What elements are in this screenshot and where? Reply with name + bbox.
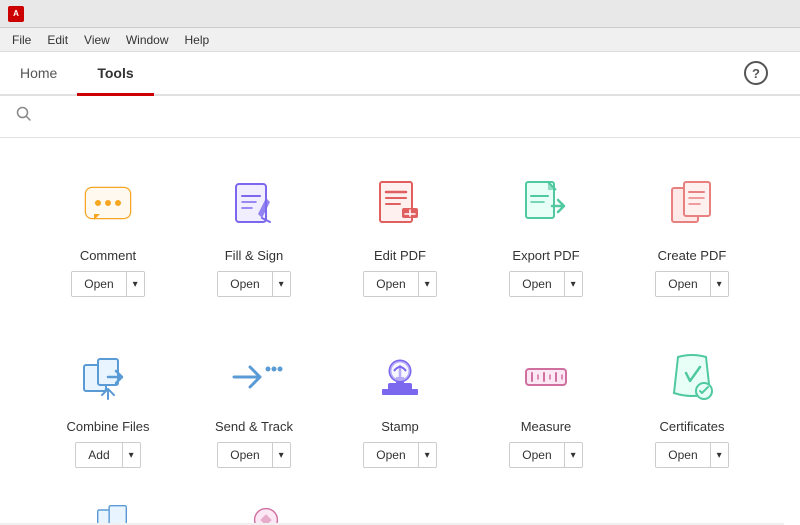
tool-createpdf-name: Create PDF xyxy=(658,248,727,263)
window-controls xyxy=(722,5,792,23)
editpdf-icon xyxy=(368,174,432,238)
tool-comment-btn-group: Open ▾ xyxy=(71,271,144,297)
help-button[interactable]: ? xyxy=(744,61,768,85)
bottom-watermark xyxy=(784,517,800,525)
tool-measure-open[interactable]: Open xyxy=(510,443,564,467)
tool-measure: Measure Open ▾ xyxy=(478,329,614,480)
menu-file[interactable]: File xyxy=(4,31,39,49)
close-button[interactable] xyxy=(774,5,792,23)
title-bar: A xyxy=(0,0,800,28)
header-right: ? xyxy=(744,61,800,85)
tool-createpdf-arrow[interactable]: ▾ xyxy=(711,272,728,296)
fillsign-icon xyxy=(222,174,286,238)
tool-editpdf-name: Edit PDF xyxy=(374,248,426,263)
exportpdf-icon xyxy=(514,174,578,238)
app-icon: A xyxy=(8,6,24,22)
tool-measure-name: Measure xyxy=(521,419,572,434)
minimize-button[interactable] xyxy=(722,5,740,23)
tool-stamp-arrow[interactable]: ▾ xyxy=(419,443,436,467)
tool-stamp: Stamp Open ▾ xyxy=(332,329,468,480)
tool-combine-btn-group: Add ▾ xyxy=(75,442,140,468)
certificates-icon xyxy=(660,345,724,409)
search-input[interactable] xyxy=(40,109,340,124)
tool-sendtrack-name: Send & Track xyxy=(215,419,293,434)
tool-fillsign-open[interactable]: Open xyxy=(218,272,272,296)
tool-createpdf-open[interactable]: Open xyxy=(656,272,710,296)
tool-sendtrack-btn-group: Open ▾ xyxy=(217,442,290,468)
tool-certificates-open[interactable]: Open xyxy=(656,443,710,467)
tool-exportpdf-open[interactable]: Open xyxy=(510,272,564,296)
tool-comment: Comment Open ▾ xyxy=(40,158,176,309)
tool-combine-arrow[interactable]: ▾ xyxy=(123,443,140,467)
tool-combine-name: Combine Files xyxy=(66,419,149,434)
tool-exportpdf-arrow[interactable]: ▾ xyxy=(565,272,582,296)
tool-certificates-btn-group: Open ▾ xyxy=(655,442,728,468)
tool-comment-open[interactable]: Open xyxy=(72,272,126,296)
tool-certificates: Certificates Open ▾ xyxy=(624,329,760,480)
tool-certificates-name: Certificates xyxy=(659,419,724,434)
search-icon xyxy=(16,106,32,127)
tab-home[interactable]: Home xyxy=(0,52,77,96)
tool-stamp-btn-group: Open ▾ xyxy=(363,442,436,468)
tool-fillsign-name: Fill & Sign xyxy=(225,248,284,263)
tool-certificates-arrow[interactable]: ▾ xyxy=(711,443,728,467)
menu-window[interactable]: Window xyxy=(118,31,177,49)
search-bar xyxy=(0,96,800,138)
tool-exportpdf: Export PDF Open ▾ xyxy=(478,158,614,309)
tool-exportpdf-btn-group: Open ▾ xyxy=(509,271,582,297)
tool-createpdf-btn-group: Open ▾ xyxy=(655,271,728,297)
tool-measure-arrow[interactable]: ▾ xyxy=(565,443,582,467)
tool-stamp-name: Stamp xyxy=(381,419,419,434)
menu-help[interactable]: Help xyxy=(177,31,218,49)
tool-createpdf: Create PDF Open ▾ xyxy=(624,158,760,309)
tool-fillsign-btn-group: Open ▾ xyxy=(217,271,290,297)
tool-editpdf-arrow[interactable]: ▾ xyxy=(419,272,436,296)
tab-tools[interactable]: Tools xyxy=(77,52,153,96)
tool-exportpdf-name: Export PDF xyxy=(512,248,579,263)
tool-fillsign-arrow[interactable]: ▾ xyxy=(273,272,290,296)
stamp-icon xyxy=(368,345,432,409)
tool-comment-name: Comment xyxy=(80,248,136,263)
tool-editpdf-open[interactable]: Open xyxy=(364,272,418,296)
menu-view[interactable]: View xyxy=(76,31,118,49)
comment-icon xyxy=(76,174,140,238)
createpdf-icon xyxy=(660,174,724,238)
menu-edit[interactable]: Edit xyxy=(39,31,76,49)
combine-icon xyxy=(76,345,140,409)
tool-editpdf-btn-group: Open ▾ xyxy=(363,271,436,297)
tool-measure-btn-group: Open ▾ xyxy=(509,442,582,468)
tools-grid: Comment Open ▾ Fill & Sign Open xyxy=(40,158,760,480)
content-area: Comment Open ▾ Fill & Sign Open xyxy=(0,138,800,523)
main-header: Home Tools ? xyxy=(0,52,800,96)
tool-fillsign: Fill & Sign Open ▾ xyxy=(186,158,322,309)
sendtrack-icon xyxy=(222,345,286,409)
maximize-button[interactable] xyxy=(748,5,766,23)
tool-sendtrack-arrow[interactable]: ▾ xyxy=(273,443,290,467)
tool-comment-arrow[interactable]: ▾ xyxy=(127,272,144,296)
tool-editpdf: Edit PDF Open ▾ xyxy=(332,158,468,309)
tool-combine-add[interactable]: Add xyxy=(76,443,122,467)
tool-stamp-open[interactable]: Open xyxy=(364,443,418,467)
tool-combine: Combine Files Add ▾ xyxy=(40,329,176,480)
tool-sendtrack: Send & Track Open ▾ xyxy=(186,329,322,480)
tool-sendtrack-open[interactable]: Open xyxy=(218,443,272,467)
menu-bar: File Edit View Window Help xyxy=(0,28,800,52)
measure-icon xyxy=(514,345,578,409)
